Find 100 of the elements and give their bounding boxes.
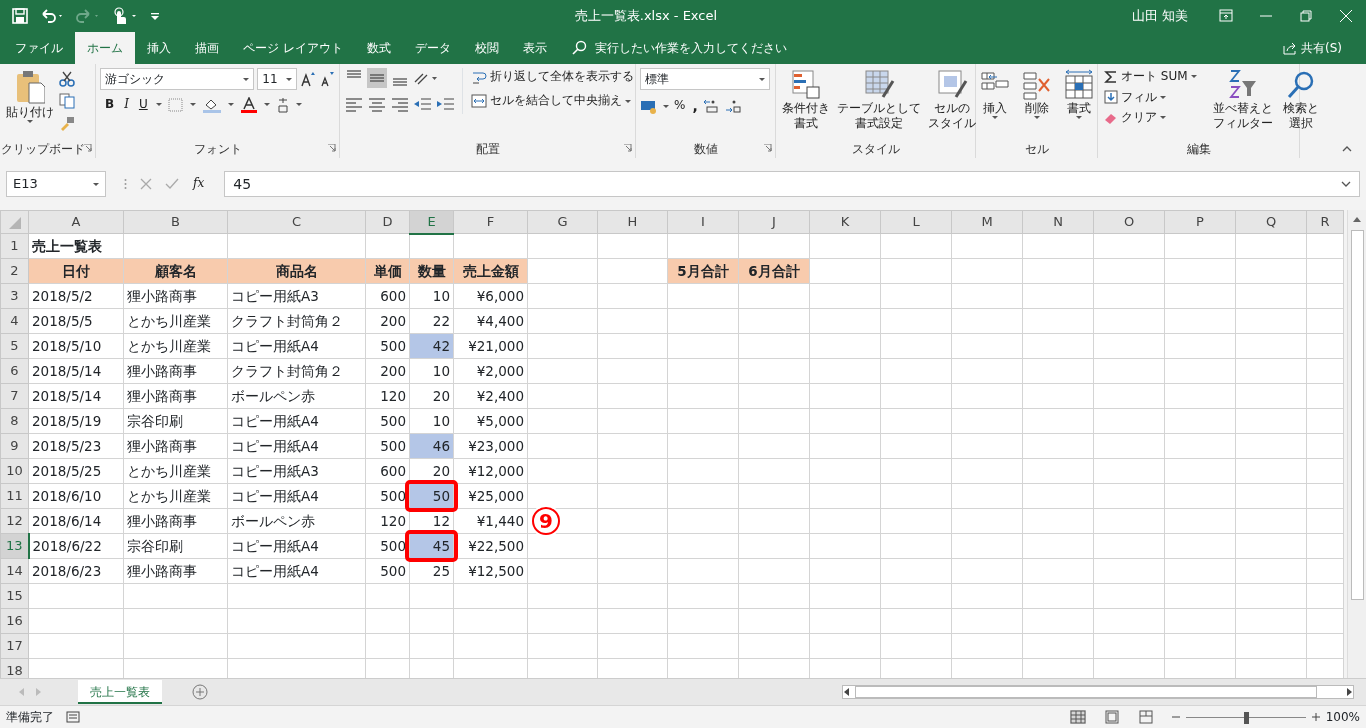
column-header[interactable]: B xyxy=(123,210,228,234)
style-button[interactable]: 条件付き 書式 xyxy=(780,68,832,132)
menu-tab[interactable]: 挿入 xyxy=(135,32,183,64)
share-button[interactable]: 共有(S) xyxy=(1270,32,1354,64)
font-size-combo[interactable]: 11 xyxy=(257,68,298,90)
column-header[interactable]: P xyxy=(1164,210,1236,234)
menu-tab[interactable]: 表示 xyxy=(510,32,559,64)
column-header[interactable]: I xyxy=(667,210,739,234)
column-heading: 売上金額 xyxy=(462,262,519,279)
find-select-button[interactable]: 検索と 選択 xyxy=(1280,68,1321,132)
row-header[interactable]: 9 xyxy=(0,433,29,459)
menu-tab[interactable]: ページ レイアウト xyxy=(231,32,355,64)
table-cell: 25 xyxy=(432,562,450,579)
cells-button[interactable]: 挿入 xyxy=(976,68,1013,120)
column-header[interactable]: C xyxy=(227,210,366,234)
table-cell: 600 xyxy=(380,287,406,304)
row-header[interactable]: 11 xyxy=(0,483,29,509)
table-cell: 狸小路商事 xyxy=(127,287,197,304)
cells-button[interactable]: 削除 xyxy=(1018,68,1055,120)
table-cell: 宗谷印刷 xyxy=(127,412,183,429)
percent-button[interactable]: % xyxy=(672,97,688,115)
sort-filter-button[interactable]: 並べ替えと フィルター xyxy=(1210,68,1275,132)
table-cell: 200 xyxy=(380,362,406,379)
column-header[interactable]: D xyxy=(365,210,410,234)
column-header[interactable]: N xyxy=(1022,210,1094,234)
column-header[interactable]: R xyxy=(1306,210,1344,234)
font-name-combo[interactable]: 游ゴシック xyxy=(100,68,255,90)
column-header[interactable]: A xyxy=(28,210,124,234)
row-header[interactable]: 1 xyxy=(0,233,29,259)
row-header[interactable]: 4 xyxy=(0,308,29,334)
row-header[interactable]: 3 xyxy=(0,283,29,309)
autosum-button[interactable]: オート SUM xyxy=(1102,68,1199,86)
menu-tab[interactable]: 描画 xyxy=(183,32,231,64)
column-header[interactable]: H xyxy=(597,210,668,234)
group-label: セル xyxy=(1023,141,1050,157)
wrap-text-button[interactable]: 折り返して全体を表示する xyxy=(469,68,636,86)
clear-button[interactable]: クリア xyxy=(1102,109,1199,127)
sheet-tab[interactable]: 売上一覧表 xyxy=(78,680,162,704)
menu-tab[interactable]: ファイル xyxy=(3,32,75,64)
row-header[interactable]: 2 xyxy=(0,258,29,284)
column-header[interactable]: L xyxy=(880,210,952,234)
row-header[interactable]: 8 xyxy=(0,408,29,434)
column-header[interactable]: O xyxy=(1093,210,1165,234)
italic-button[interactable]: I xyxy=(122,96,131,114)
row-header[interactable]: 10 xyxy=(0,458,29,484)
table-cell: 2018/5/10 xyxy=(32,337,102,354)
row-header[interactable]: 15 xyxy=(0,583,29,609)
column-header[interactable]: F xyxy=(453,210,528,234)
table-cell: 2018/5/14 xyxy=(32,362,102,379)
row-header[interactable]: 14 xyxy=(0,558,29,584)
comma-button[interactable]: , xyxy=(690,96,700,117)
cells-button[interactable]: 書式 xyxy=(1060,68,1097,120)
table-cell: 2018/5/5 xyxy=(32,312,93,329)
zoom-level[interactable]: 100% xyxy=(1325,708,1360,726)
table-cell: 2018/6/22 xyxy=(32,537,102,554)
menu-tab[interactable]: ホーム xyxy=(75,32,135,64)
formula-field[interactable]: 45 xyxy=(224,171,1360,197)
table-cell: 2018/6/14 xyxy=(32,512,102,529)
row-header[interactable]: 18 xyxy=(0,658,29,678)
row-header[interactable]: 16 xyxy=(0,608,29,634)
user-name: 山田 知美 xyxy=(1131,7,1188,26)
underline-button[interactable]: U xyxy=(136,96,150,114)
row-header[interactable]: 13 xyxy=(0,533,29,559)
style-button[interactable]: テーブルとして 書式設定 xyxy=(835,68,923,132)
table-cell: 50 xyxy=(432,487,450,504)
column-header[interactable]: M xyxy=(951,210,1023,234)
table-cell: 120 xyxy=(380,387,406,404)
table-cell: 2018/5/19 xyxy=(32,412,102,429)
merge-center-button[interactable]: セルを結合して中央揃え xyxy=(469,92,636,110)
column-header[interactable]: G xyxy=(527,210,598,234)
table-cell: ¥4,400 xyxy=(476,312,524,329)
insert-function-button[interactable]: fx xyxy=(191,175,207,193)
row-header[interactable]: 7 xyxy=(0,383,29,409)
row-header[interactable]: 17 xyxy=(0,633,29,659)
menu-tab[interactable]: 校閲 xyxy=(462,32,511,64)
row-header[interactable]: 12 xyxy=(0,508,29,534)
table-cell: 200 xyxy=(380,312,406,329)
column-heading: 6月合計 xyxy=(748,262,800,279)
style-button[interactable]: セルの スタイル xyxy=(926,68,978,132)
tell-me-field[interactable]: 実行したい作業を入力してください xyxy=(592,38,853,58)
menu-tab[interactable]: 数式 xyxy=(354,32,403,64)
column-header[interactable]: Q xyxy=(1235,210,1307,234)
number-format-combo[interactable]: 標準 xyxy=(640,68,770,90)
fill-button[interactable]: フィル xyxy=(1102,88,1199,107)
bold-button[interactable]: B xyxy=(103,96,117,114)
paste-button[interactable]: 貼り付け xyxy=(4,68,56,131)
row-header[interactable]: 5 xyxy=(0,333,29,359)
table-cell: 2018/5/25 xyxy=(32,462,102,479)
table-cell: 狸小路商事 xyxy=(127,437,197,454)
column-header[interactable]: K xyxy=(809,210,881,234)
table-cell: ¥5,000 xyxy=(476,412,524,429)
status-text: 準備完了 xyxy=(6,709,54,726)
table-cell: ボールペン赤 xyxy=(231,512,315,529)
table-cell: ¥23,000 xyxy=(468,437,524,454)
column-header[interactable]: E xyxy=(409,210,454,234)
menu-tab[interactable]: データ xyxy=(402,32,463,64)
row-header[interactable]: 6 xyxy=(0,358,29,384)
table-cell: 500 xyxy=(380,537,406,554)
column-header[interactable]: J xyxy=(738,210,810,234)
name-box[interactable]: E13 xyxy=(6,171,106,197)
